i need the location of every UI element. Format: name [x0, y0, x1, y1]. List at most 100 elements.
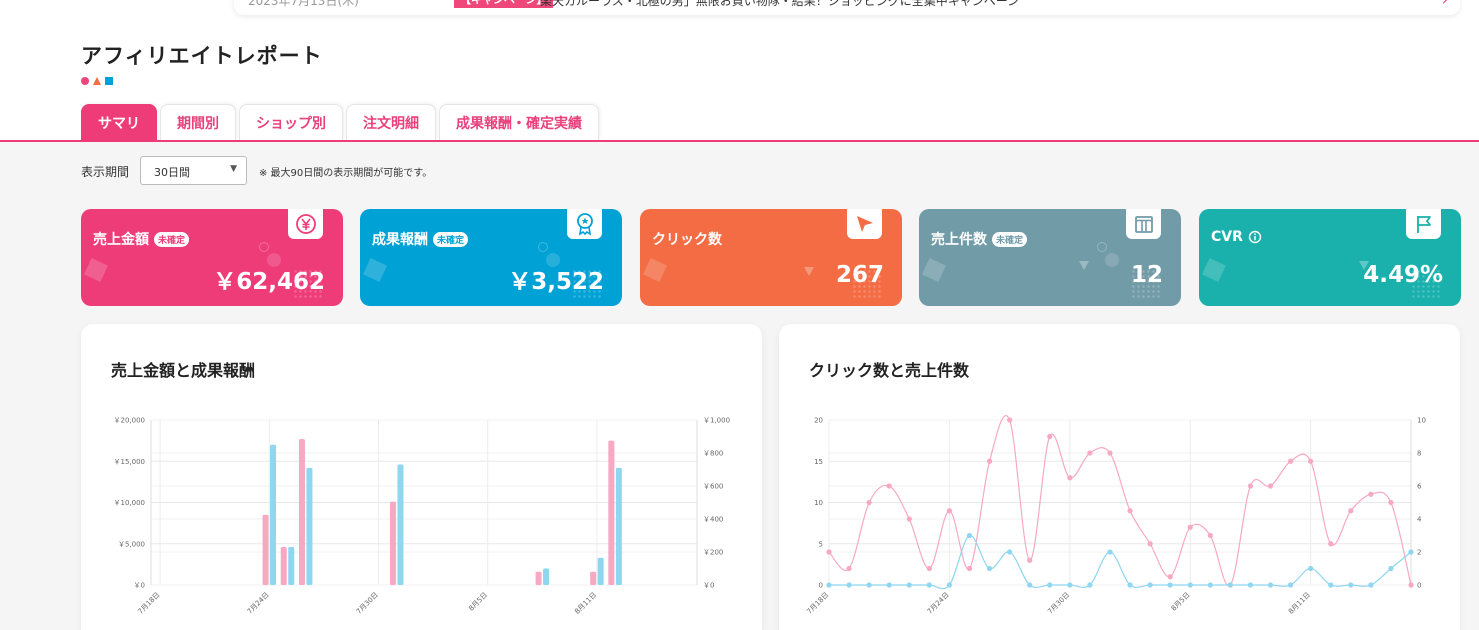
card-reward: 成果報酬 未確定 ￥3,522: [360, 209, 622, 306]
unconfirmed-badge: 未確定: [154, 231, 190, 247]
series-point-1: [1127, 582, 1133, 588]
y-tick-label-left: ￥15,000: [114, 458, 146, 466]
card-label-text: クリック数: [652, 232, 722, 248]
bar-0: [262, 514, 269, 585]
series-point-0: [1388, 499, 1394, 506]
card-value: 4.49%: [1363, 262, 1443, 288]
y-tick-label-right: ￥200: [703, 549, 723, 557]
series-point-1: [1187, 582, 1193, 588]
series-point-0: [1267, 483, 1274, 489]
series-point-1: [986, 565, 993, 572]
period-select-value: 30日間: [154, 166, 190, 179]
series-point-1: [1388, 565, 1394, 572]
series-point-1: [1408, 549, 1414, 555]
circle-mark-icon: [81, 77, 89, 85]
title-decoration: [81, 77, 113, 85]
tab-by-shop[interactable]: ショップ別: [239, 104, 343, 141]
card-value: 267: [835, 262, 884, 288]
series-point-0: [946, 508, 953, 514]
series-point-1: [886, 582, 892, 588]
flag-icon: [1406, 209, 1441, 239]
unconfirmed-badge: 未確定: [433, 231, 469, 247]
info-icon[interactable]: [1248, 230, 1262, 244]
card-label: 成果報酬 未確定: [372, 229, 469, 249]
tab-by-period[interactable]: 期間別: [160, 104, 236, 141]
y-tick-label-left: 5: [819, 540, 823, 548]
card-label-text: CVR: [1211, 229, 1243, 245]
bar-0: [608, 440, 615, 585]
series-point-1: [1368, 582, 1374, 588]
bar-1: [543, 568, 550, 585]
bar-0: [389, 501, 396, 585]
y-tick-label-left: ￥20,000: [114, 417, 146, 425]
series-point-1: [1107, 549, 1113, 555]
series-point-0: [1247, 483, 1254, 489]
y-tick-label-left: 10: [814, 499, 823, 507]
series-point-0: [1328, 541, 1334, 547]
series-point-0: [1207, 532, 1213, 539]
y-tick-label-right: ￥400: [703, 516, 723, 524]
square-mark-icon: [105, 77, 113, 85]
report-tabs: サマリ 期間別 ショップ別 注文明細 成果報酬・確定実績: [81, 104, 599, 141]
series-line-0: [828, 415, 1412, 587]
card-sales-count: 売上件数 未確定 12: [919, 209, 1181, 306]
period-note: ※ 最大90日間の表示期間が可能です。: [259, 168, 433, 179]
series-point-0: [906, 516, 912, 522]
tab-reward-confirmed[interactable]: 成果報酬・確定実績: [439, 104, 599, 141]
bar-0: [280, 547, 287, 585]
tab-order-details[interactable]: 注文明細: [346, 104, 436, 141]
bar-0: [535, 571, 542, 585]
period-label: 表示期間: [81, 165, 130, 179]
series-point-1: [906, 582, 912, 588]
series-point-1: [866, 582, 872, 588]
card-cvr: CVR 4.49%: [1199, 209, 1461, 306]
series-point-1: [826, 582, 832, 588]
page-title: アフィリエイトレポート: [81, 44, 323, 68]
tab-summary[interactable]: サマリ: [81, 104, 157, 141]
caret-down-icon: ▼: [230, 164, 237, 174]
clicks-count-chart-panel: クリック数と売上件数 0 5 10 15 20 0 2 4 6 8 10 7月18日 7月24日 7月30…: [779, 324, 1460, 630]
y-tick-label-right: 8: [1417, 450, 1421, 458]
card-label: 売上件数 未確定: [931, 229, 1028, 249]
bar-1: [288, 547, 295, 585]
series-point-0: [826, 549, 832, 555]
series-point-1: [1287, 582, 1294, 588]
card-value: ￥3,522: [508, 269, 604, 295]
series-point-0: [846, 565, 852, 572]
notice-tag: 【キャンペーン】: [454, 0, 554, 8]
box-icon: [1126, 209, 1161, 239]
yen-icon: [288, 209, 323, 239]
series-point-0: [1087, 450, 1093, 456]
y-tick-label-right: 0: [1417, 582, 1421, 590]
x-tick-label: 7月24日: [246, 591, 271, 616]
x-tick-label: 7月18日: [137, 591, 162, 616]
y-tick-label-left: ￥0: [134, 582, 145, 590]
series-point-0: [1308, 458, 1314, 464]
series-point-0: [1287, 458, 1294, 464]
notice-message[interactable]: 楽天カルーラス・北極の男」無限お買い物隊・結果！ショッピングに全集中キャンペーン: [540, 0, 1019, 9]
card-label-text: 成果報酬: [372, 232, 428, 248]
card-label-text: 売上件数: [931, 232, 987, 248]
series-point-1: [1207, 582, 1213, 588]
series-point-1: [966, 532, 973, 539]
series-point-0: [1127, 508, 1133, 514]
y-tick-label-right: 10: [1417, 417, 1426, 425]
x-tick-label: 8月5日: [467, 591, 489, 613]
series-point-0: [1368, 491, 1374, 497]
period-select[interactable]: 30日間 ▼: [140, 156, 247, 185]
series-point-1: [846, 582, 852, 588]
chevron-right-icon[interactable]: ›: [1442, 0, 1448, 9]
x-tick-label: 7月24日: [926, 591, 951, 616]
series-point-0: [986, 458, 993, 464]
y-tick-label-left: ￥5,000: [118, 540, 145, 548]
x-tick-label: 8月11日: [1287, 591, 1312, 616]
series-point-1: [926, 582, 932, 588]
series-point-1: [1047, 582, 1053, 588]
y-tick-label-right: ￥1,000: [703, 417, 730, 425]
series-point-1: [946, 582, 953, 588]
series-point-1: [1147, 582, 1153, 588]
series-point-0: [1187, 524, 1193, 530]
notice-bar[interactable]: 2023年7月13日(木) 【キャンペーン】 楽天カルーラス・北極の男」無限お買…: [234, 0, 1460, 15]
series-point-0: [1047, 433, 1053, 440]
y-tick-label-left: 15: [814, 458, 823, 466]
